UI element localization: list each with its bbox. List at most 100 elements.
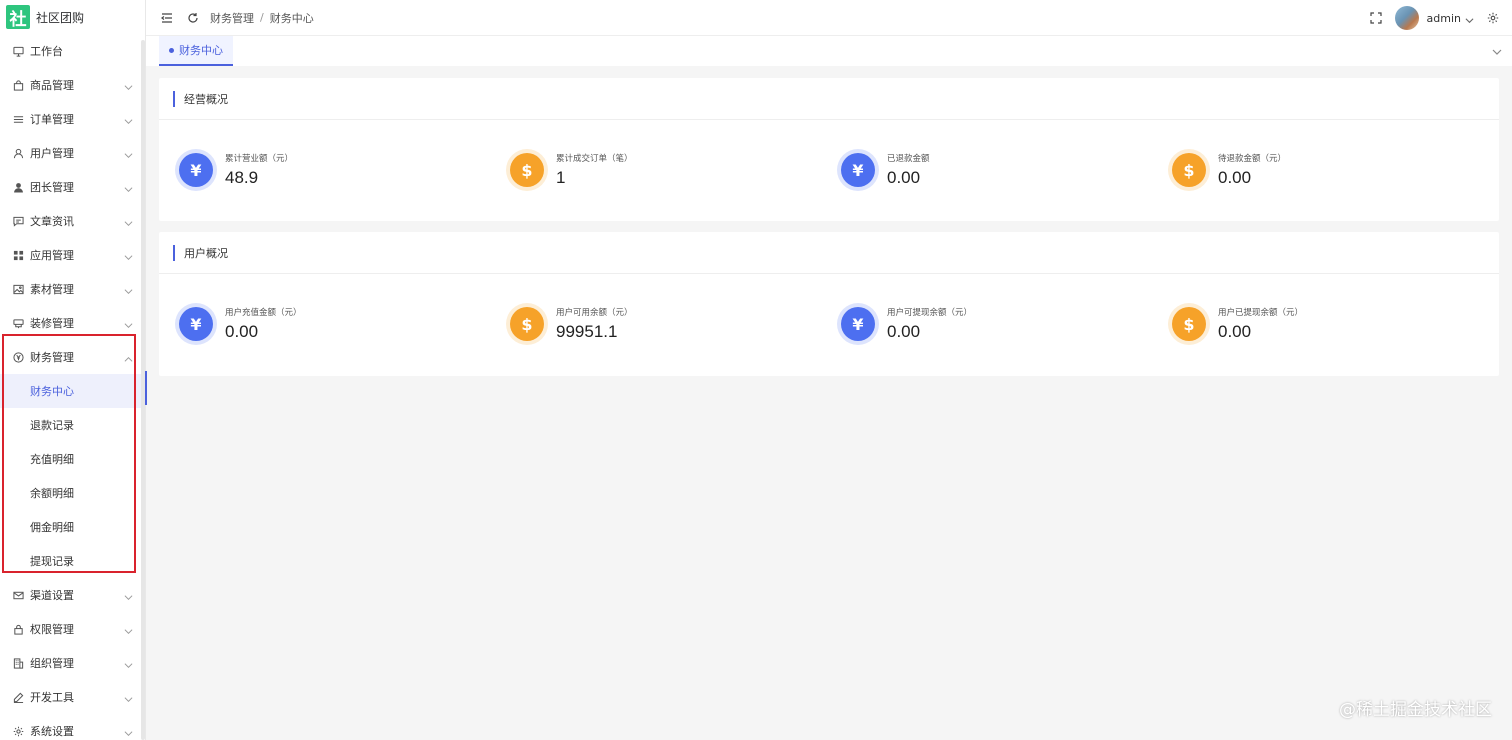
stat-item: ¥ 累计营业额（元） 48.9	[159, 152, 490, 188]
card-title: 经营概况	[184, 92, 228, 106]
sidebar-item-label: 权限管理	[30, 623, 74, 636]
breadcrumb-separator: /	[260, 11, 264, 24]
sidebar-item-label: 团长管理	[30, 181, 74, 194]
breadcrumb-item-finance-center: 财务中心	[269, 11, 314, 25]
sidebar-item-list[interactable]: 订单管理	[0, 102, 145, 136]
pen-icon	[12, 691, 24, 703]
stat-value: 0.00	[1218, 168, 1252, 187]
sidebar-item-user-solid[interactable]: 团长管理	[0, 170, 145, 204]
sidebar-item-user[interactable]: 用户管理	[0, 136, 145, 170]
submenu-item[interactable]: 余额明细	[0, 476, 145, 510]
card-header: 经营概况	[159, 78, 1499, 120]
sidebar-item-label: 装修管理	[30, 317, 74, 330]
yen-icon: ¥	[179, 153, 213, 187]
sidebar-item-shopping-bag[interactable]: 商品管理	[0, 68, 145, 102]
submenu-item[interactable]: 充值明细	[0, 442, 145, 476]
sidebar-item-label: 开发工具	[30, 691, 74, 704]
brush-icon	[12, 317, 24, 329]
tabs-more-chevron-down-icon[interactable]	[1492, 46, 1502, 56]
stat-label: 用户已提现余额（元）	[1218, 308, 1304, 318]
stat-value: 1	[556, 168, 566, 187]
breadcrumb-item-finance[interactable]: 财务管理	[210, 10, 254, 26]
sidebar-item-label: 渠道设置	[30, 589, 74, 602]
sidebar-item-gear[interactable]: 系统设置	[0, 714, 145, 740]
sidebar-item-message[interactable]: 文章资讯	[0, 204, 145, 238]
yen-icon: ¥	[179, 307, 213, 341]
sidebar-item-mail[interactable]: 渠道设置	[0, 578, 145, 612]
submenu-item[interactable]: 佣金明细	[0, 510, 145, 544]
tab-finance-center[interactable]: 财务中心	[159, 36, 233, 66]
stat-text: 累计成交订单（笔） 1	[556, 152, 633, 188]
shopping-bag-icon	[12, 79, 24, 91]
stat-value: 99951.1	[556, 322, 618, 341]
collapse-menu-icon[interactable]	[160, 11, 174, 25]
sidebar-item-label: 商品管理	[30, 79, 74, 92]
stat-text: 用户已提现余额（元） 0.00	[1218, 306, 1303, 342]
username[interactable]: admin	[1427, 12, 1461, 25]
picture-icon	[12, 283, 24, 295]
user-solid-icon	[12, 181, 24, 193]
stat-text: 用户可提现余额（元） 0.00	[887, 306, 972, 342]
chevron-down-icon	[124, 625, 133, 634]
tabs-bar: 财务中心	[146, 36, 1512, 66]
stat-value: 48.9	[225, 168, 259, 187]
stat-item: ¥ 已退款金额 0.00	[821, 152, 1152, 188]
stat-value: 0.00	[1218, 322, 1252, 341]
sidebar-item-office[interactable]: 组织管理	[0, 646, 145, 680]
chevron-down-icon	[124, 319, 133, 328]
chevron-down-icon	[124, 251, 133, 260]
active-menu-indicator	[145, 371, 147, 405]
business-overview-card: 经营概况 ¥ 累计营业额（元） 48.9 $ 累计成交订单（笔） 1 ¥ 已退款…	[159, 78, 1499, 221]
app-title: 社区团购	[36, 10, 85, 25]
stat-text: 用户可用余额（元） 99951.1	[556, 306, 633, 342]
sidebar-item-grid[interactable]: 应用管理	[0, 238, 145, 272]
user-overview-card: 用户概况 ¥ 用户充值金额（元） 0.00 $ 用户可用余额（元） 99951.…	[159, 232, 1499, 376]
refresh-icon[interactable]	[186, 11, 200, 25]
sidebar-item-label: 组织管理	[30, 657, 74, 670]
stat-text: 用户充值金额（元） 0.00	[225, 306, 302, 342]
monitor-icon	[12, 45, 24, 57]
stat-value: 0.00	[225, 322, 259, 341]
stat-item: $ 累计成交订单（笔） 1	[490, 152, 821, 188]
sidebar-item-pen[interactable]: 开发工具	[0, 680, 145, 714]
chevron-down-icon	[124, 693, 133, 702]
logo-mark: 社	[6, 5, 30, 30]
gear-icon	[12, 725, 24, 737]
card-title-bar	[173, 244, 175, 261]
list-icon	[12, 113, 24, 125]
dollar-icon: $	[510, 153, 544, 187]
chevron-down-icon	[124, 183, 133, 192]
gear-icon[interactable]	[1486, 11, 1500, 25]
app-logo[interactable]: 社 社区团购	[0, 0, 145, 34]
sidebar-item-label: 财务管理	[30, 351, 74, 364]
stat-label: 待退款金额（元）	[1218, 154, 1287, 164]
sidebar-item-monitor[interactable]: 工作台	[0, 34, 145, 68]
card-title-bar	[173, 90, 175, 107]
sidebar-item-label: 应用管理	[30, 249, 74, 262]
header-right: admin	[1369, 0, 1500, 36]
submenu-item[interactable]: 退款记录	[0, 408, 145, 442]
sidebar-item-lock[interactable]: 权限管理	[0, 612, 145, 646]
sidebar-item-label: 订单管理	[30, 113, 74, 126]
sidebar-item-yen-circle[interactable]: 财务管理	[0, 340, 145, 374]
stat-item: ¥ 用户充值金额（元） 0.00	[159, 306, 490, 342]
avatar[interactable]	[1394, 6, 1419, 30]
yen-circle-icon	[12, 351, 24, 363]
tab-label: 财务中心	[179, 44, 223, 57]
fullscreen-icon[interactable]	[1369, 11, 1383, 25]
stat-label: 已退款金额	[887, 154, 930, 164]
submenu-item[interactable]: 财务中心	[0, 374, 145, 408]
sidebar-item-brush[interactable]: 装修管理	[0, 306, 145, 340]
stat-row: ¥ 累计营业额（元） 48.9 $ 累计成交订单（笔） 1 ¥ 已退款金额 0.…	[159, 120, 1499, 220]
chevron-down-icon[interactable]	[1465, 14, 1474, 23]
dollar-icon: $	[1172, 307, 1206, 341]
sidebar-menu: 工作台 商品管理 订单管理 用户管理 团长管理 文章资讯 应用管理 素材管理 装…	[0, 34, 145, 740]
card-title: 用户概况	[184, 246, 228, 260]
submenu-item[interactable]: 提现记录	[0, 544, 145, 578]
stat-text: 累计营业额（元） 48.9	[225, 152, 293, 188]
yen-icon: ¥	[841, 153, 875, 187]
chevron-down-icon	[124, 591, 133, 600]
message-icon	[12, 215, 24, 227]
sidebar-item-picture[interactable]: 素材管理	[0, 272, 145, 306]
chevron-down-icon	[124, 659, 133, 668]
